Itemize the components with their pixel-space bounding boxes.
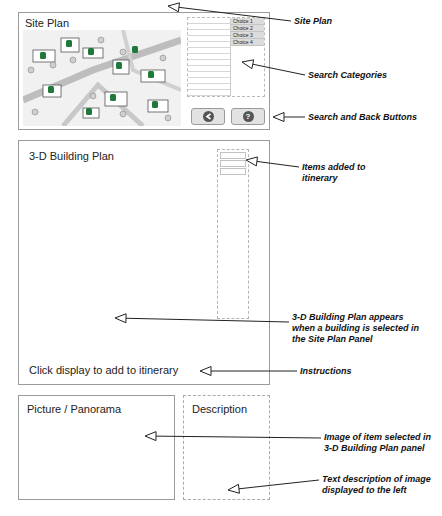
annotation-label: Items added to itinerary [302, 162, 392, 184]
category-row[interactable] [188, 96, 230, 97]
description-title: Description [192, 402, 261, 416]
arrowhead-icon [200, 367, 211, 376]
site-map-drawing [23, 30, 181, 126]
site-plan-panel: Site Plan Choice 1Choice 2Choice 3Choice … [18, 12, 270, 130]
arrowhead-icon [228, 484, 239, 493]
category-column [188, 18, 231, 96]
arrowhead-icon [168, 3, 179, 12]
site-plan-title: Site Plan [23, 16, 181, 30]
choice-row[interactable]: Choice 2 [231, 25, 264, 32]
arrow-line [253, 64, 305, 75]
picture-title: Picture / Panorama [27, 402, 166, 416]
annotation-label: Search and Back Buttons [308, 112, 440, 123]
back-arrow-icon [203, 111, 214, 122]
instructions-text: Click display to add to itinerary [29, 363, 259, 377]
annotation-label: Image of item selected in 3-D Building P… [324, 432, 436, 454]
description-panel: Description [183, 395, 270, 500]
building-plan-header: 3-D Building Plan [29, 149, 259, 319]
building-plan-canvas [29, 319, 259, 363]
building-plan-panel[interactable]: 3-D Building Plan Click display to add to… [18, 140, 270, 385]
arrow-line [211, 371, 297, 372]
picture-panel: Picture / Panorama [18, 395, 175, 500]
choice-row[interactable]: Choice 3 [231, 32, 264, 39]
wireframe-column: Site Plan Choice 1Choice 2Choice 3Choice … [18, 0, 270, 500]
arrowhead-icon [273, 113, 284, 122]
annotation-label: Text description of image displayed to t… [322, 474, 434, 496]
arrow-line [156, 436, 321, 438]
choice-row[interactable]: Choice 4 [231, 39, 264, 46]
site-map-image[interactable] [23, 30, 181, 126]
button-row: ? [187, 108, 265, 126]
building-plan-title: 3-D Building Plan [29, 149, 217, 319]
arrow-line [179, 7, 291, 21]
itinerary-item[interactable] [220, 152, 246, 159]
site-plan-area: Site Plan [23, 16, 181, 126]
search-categories[interactable]: Choice 1Choice 2Choice 3Choice 4 [187, 17, 265, 97]
arrow-line [239, 480, 319, 489]
arrowhead-icon [246, 157, 257, 166]
arrow-line [257, 161, 299, 167]
choice-column: Choice 1Choice 2Choice 3Choice 4 [231, 18, 264, 96]
annotation-label: 3-D Building Plan appears when a buildin… [292, 312, 420, 345]
arrow-line [126, 318, 289, 322]
wireframe-page: Site Plan Choice 1Choice 2Choice 3Choice … [0, 0, 442, 516]
help-icon: ? [243, 111, 254, 122]
arrowhead-icon [145, 432, 156, 441]
back-button[interactable] [191, 108, 225, 125]
annotation-label: Search Categories [308, 70, 438, 81]
arrow-line [284, 117, 305, 118]
choice-row[interactable]: Choice 1 [231, 18, 264, 25]
arrowhead-icon [115, 314, 126, 323]
annotation-label: Site Plan [294, 16, 414, 27]
arrowhead-icon [242, 60, 254, 69]
itinerary-box [217, 149, 249, 319]
annotation-label: Instructions [300, 366, 400, 377]
detail-row: Picture / Panorama Description [18, 395, 270, 500]
itinerary-item[interactable] [220, 160, 246, 167]
help-button[interactable]: ? [231, 108, 265, 125]
itinerary-item[interactable] [220, 168, 246, 175]
search-area: Choice 1Choice 2Choice 3Choice 4? [187, 16, 265, 126]
